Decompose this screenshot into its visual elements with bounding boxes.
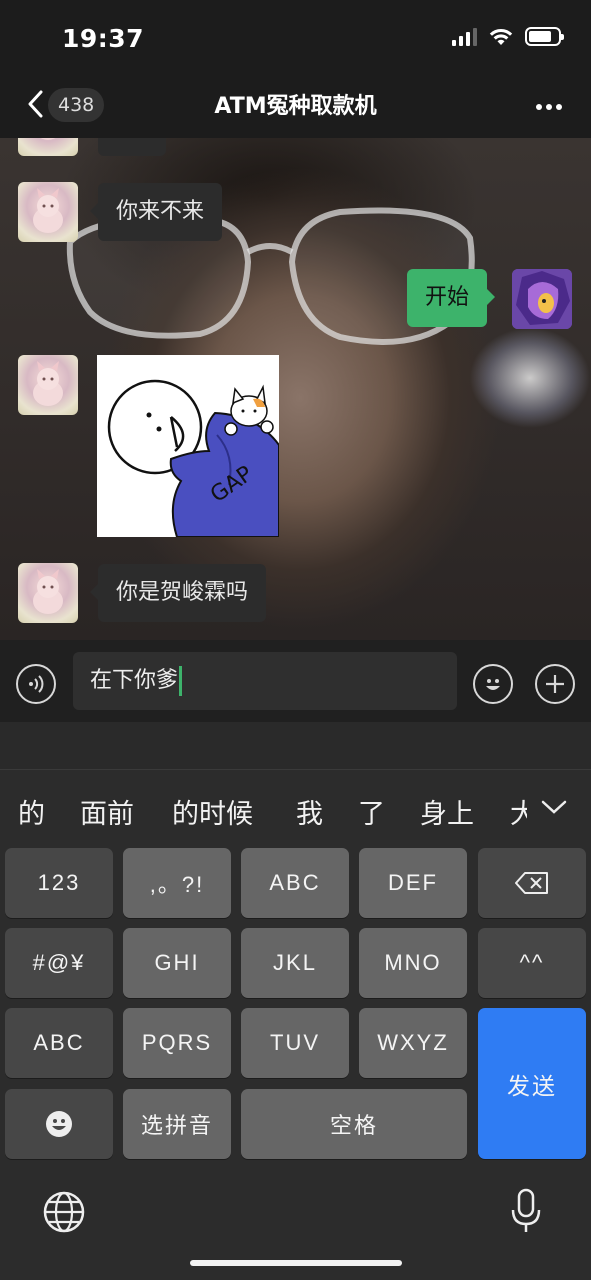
key-jkl-5[interactable]: JKL [241, 928, 349, 998]
battery-icon [525, 27, 564, 46]
key-mno-6[interactable]: MNO [359, 928, 467, 998]
emoji-icon [486, 679, 500, 690]
key-def-3[interactable]: DEF [359, 848, 467, 918]
candidate-word[interactable]: 身上 [420, 792, 474, 831]
candidate-word[interactable]: 的 [18, 792, 45, 831]
contact-avatar[interactable] [18, 355, 78, 415]
emoji-button[interactable] [473, 664, 513, 704]
chat-title: ATM冤种取款机 [214, 94, 377, 119]
backspace-icon [515, 872, 548, 894]
send-key[interactable]: 发送 [478, 1008, 586, 1159]
candidate-word[interactable]: 大 [510, 792, 527, 831]
voice-button[interactable] [16, 664, 56, 704]
more-button[interactable] [535, 92, 563, 114]
key-select-pinyin[interactable]: 选拼音 [123, 1089, 231, 1159]
key-emoticon[interactable]: ^^ [478, 928, 586, 998]
emoji-key[interactable] [5, 1089, 113, 1159]
message-input-bar: 在下你爹 [0, 640, 591, 722]
top-bar: 19:37 438 ATM冤种取款机 [0, 0, 591, 138]
contact-avatar[interactable] [18, 138, 78, 156]
chat-header: 438 ATM冤种取款机 [0, 70, 591, 138]
dictation-button[interactable] [508, 1188, 544, 1236]
key-abc-2[interactable]: ABC [241, 848, 349, 918]
chevron-down-icon [541, 800, 567, 814]
expand-candidates-button[interactable] [539, 792, 569, 822]
key-tuv-8[interactable]: TUV [241, 1008, 349, 1078]
plus-icon [546, 675, 564, 693]
my-avatar[interactable] [512, 269, 572, 329]
candidate-word[interactable]: 我 [296, 792, 323, 831]
more-icon [536, 104, 562, 110]
message-bubble[interactable]: 你是贺峻霖吗 [89, 564, 267, 622]
space-key[interactable]: 空格 [241, 1089, 467, 1159]
chat-message-list[interactable]: 你来不来 开始 GAP 你是贺峻霖吗 [0, 138, 591, 640]
key-pqrs-7[interactable]: PQRS [123, 1008, 231, 1078]
candidate-bar: 的 面前 的时候 我 了 身上 大 [0, 770, 591, 848]
key-ghi-4[interactable]: GHI [123, 928, 231, 998]
voice-icon [29, 675, 44, 693]
key-123[interactable]: 123 [5, 848, 113, 918]
message-input-text: 在下你爹 [90, 668, 179, 693]
backspace-key[interactable] [478, 848, 586, 918]
emoji-key-icon [46, 1111, 72, 1137]
status-time: 19:37 [62, 24, 145, 53]
key-punctuation[interactable]: ,。?! [123, 848, 231, 918]
plus-button[interactable] [535, 664, 575, 704]
globe-icon [43, 1191, 85, 1233]
cellular-signal-icon [452, 28, 477, 46]
contact-avatar[interactable] [18, 563, 78, 623]
key-symbols[interactable]: #@¥ [5, 928, 113, 998]
input-panel-spacer [0, 722, 591, 770]
message-bubble-sent[interactable]: 开始 [407, 269, 496, 327]
contact-avatar[interactable] [18, 182, 78, 242]
globe-button[interactable] [42, 1190, 86, 1234]
key-abc-switch[interactable]: ABC [5, 1008, 113, 1078]
sticker-message[interactable]: GAP [97, 355, 279, 537]
text-cursor [179, 666, 183, 696]
home-indicator [190, 1260, 402, 1266]
candidate-word[interactable]: 了 [358, 792, 385, 831]
mic-icon [511, 1188, 541, 1232]
candidate-word[interactable]: 的时候 [172, 792, 253, 831]
keyboard: 的 面前 的时候 我 了 身上 大 123 ,。?! ABC DEF #@¥ G… [0, 770, 591, 1280]
wifi-icon [489, 28, 513, 45]
status-icons [452, 27, 564, 46]
key-wxyz-9[interactable]: WXYZ [359, 1008, 467, 1078]
message-input[interactable]: 在下你爹 [73, 652, 457, 710]
message-bubble-partial[interactable] [98, 138, 166, 156]
candidate-word[interactable]: 面前 [80, 792, 134, 831]
keyboard-bottom-bar [0, 1160, 591, 1280]
message-bubble[interactable]: 你来不来 [89, 183, 223, 241]
